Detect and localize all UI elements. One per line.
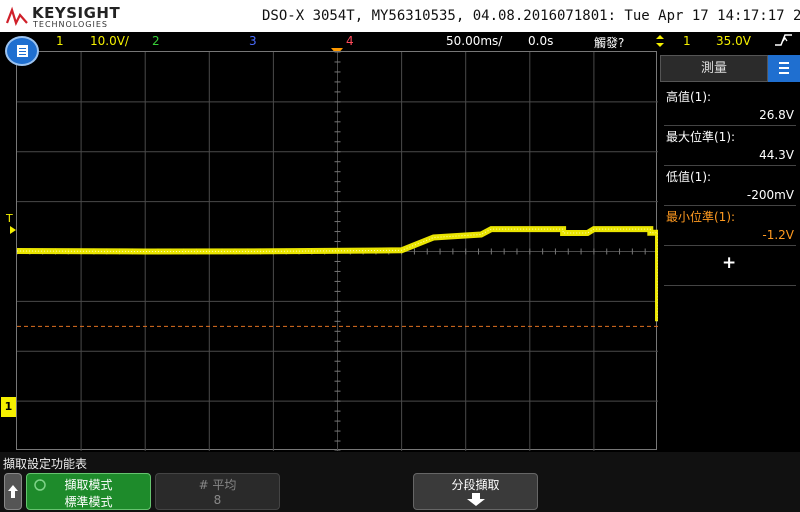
panel-title[interactable]: 測量 — [660, 55, 768, 82]
trigger-level-arrow-icon — [10, 226, 16, 234]
softkey-bar: 擷取設定功能表 擷取模式 標準模式 # 平均 8 分段擷取 — [0, 452, 800, 512]
measurement-label: 最大位準(1): — [666, 130, 736, 144]
trigger-source[interactable]: 1 — [683, 34, 691, 48]
main-menu-button[interactable] — [5, 36, 39, 66]
ch4-number[interactable]: 4 — [346, 34, 354, 48]
ch1-scale[interactable]: 10.0V/ — [90, 34, 129, 48]
measurement-label: 高值(1): — [666, 90, 712, 104]
measurement-label-selected: 最小位準(1): — [666, 210, 736, 224]
averages-label: # 平均 — [198, 478, 237, 492]
measurement-value: 44.3V — [759, 148, 794, 162]
trigger-mode-icon[interactable] — [655, 35, 665, 50]
ch1-ground-marker[interactable]: 1 — [1, 397, 16, 417]
menu-icon — [17, 45, 28, 57]
segmented-label: 分段擷取 — [451, 478, 500, 492]
instrument-title: DSO-X 3054T, MY56310535, 04.08.201607180… — [262, 8, 800, 24]
rotary-knob-icon — [34, 479, 46, 491]
waveform-graticule[interactable] — [16, 51, 658, 451]
trigger-level-marker[interactable]: T — [6, 212, 13, 225]
acquire-mode-value: 標準模式 — [64, 495, 113, 509]
measurement-panel: 測量 高值(1): 26.8V 最大位準(1): 44.3V 低值(1): -2… — [660, 55, 800, 450]
logo-sub: TECHNOLOGIES — [33, 20, 108, 29]
rising-edge-icon[interactable] — [774, 33, 794, 50]
acquire-mode-softkey[interactable]: 擷取模式 標準模式 — [26, 473, 151, 510]
timebase-delay[interactable]: 0.0s — [528, 34, 553, 48]
averages-softkey[interactable]: # 平均 8 — [155, 473, 280, 510]
timebase-scale[interactable]: 50.00ms/ — [446, 34, 502, 48]
ch3-number[interactable]: 3 — [249, 34, 257, 48]
keysight-logo: KEYSIGHT TECHNOLOGIES — [6, 4, 136, 30]
waveform-canvas — [17, 52, 658, 451]
measurement-value: 26.8V — [759, 108, 794, 122]
panel-menu-button[interactable] — [768, 55, 800, 82]
measurement-value-selected: -1.2V — [762, 228, 794, 242]
ch1-number[interactable]: 1 — [56, 34, 64, 48]
averages-value: 8 — [213, 493, 222, 507]
status-bar: 1 10.0V/ 2 3 4 50.00ms/ 0.0s 觸發? 1 35.0V — [0, 32, 800, 50]
measurement-label: 低值(1): — [666, 170, 712, 184]
title-bar: KEYSIGHT TECHNOLOGIES DSO-X 3054T, MY563… — [0, 0, 800, 32]
keysight-wave-icon — [6, 6, 28, 26]
trigger-label[interactable]: 觸發? — [594, 34, 624, 51]
measurement-value: -200mV — [746, 188, 794, 202]
add-measurement-button[interactable]: + — [722, 253, 736, 273]
segmented-softkey[interactable]: 分段擷取 — [413, 473, 538, 510]
down-arrow-icon — [466, 493, 485, 506]
trigger-level[interactable]: 35.0V — [716, 34, 751, 48]
up-arrow-icon — [8, 485, 18, 498]
ch2-number[interactable]: 2 — [152, 34, 160, 48]
back-softkey[interactable] — [4, 473, 22, 510]
softkey-menu-title: 擷取設定功能表 — [3, 457, 88, 471]
